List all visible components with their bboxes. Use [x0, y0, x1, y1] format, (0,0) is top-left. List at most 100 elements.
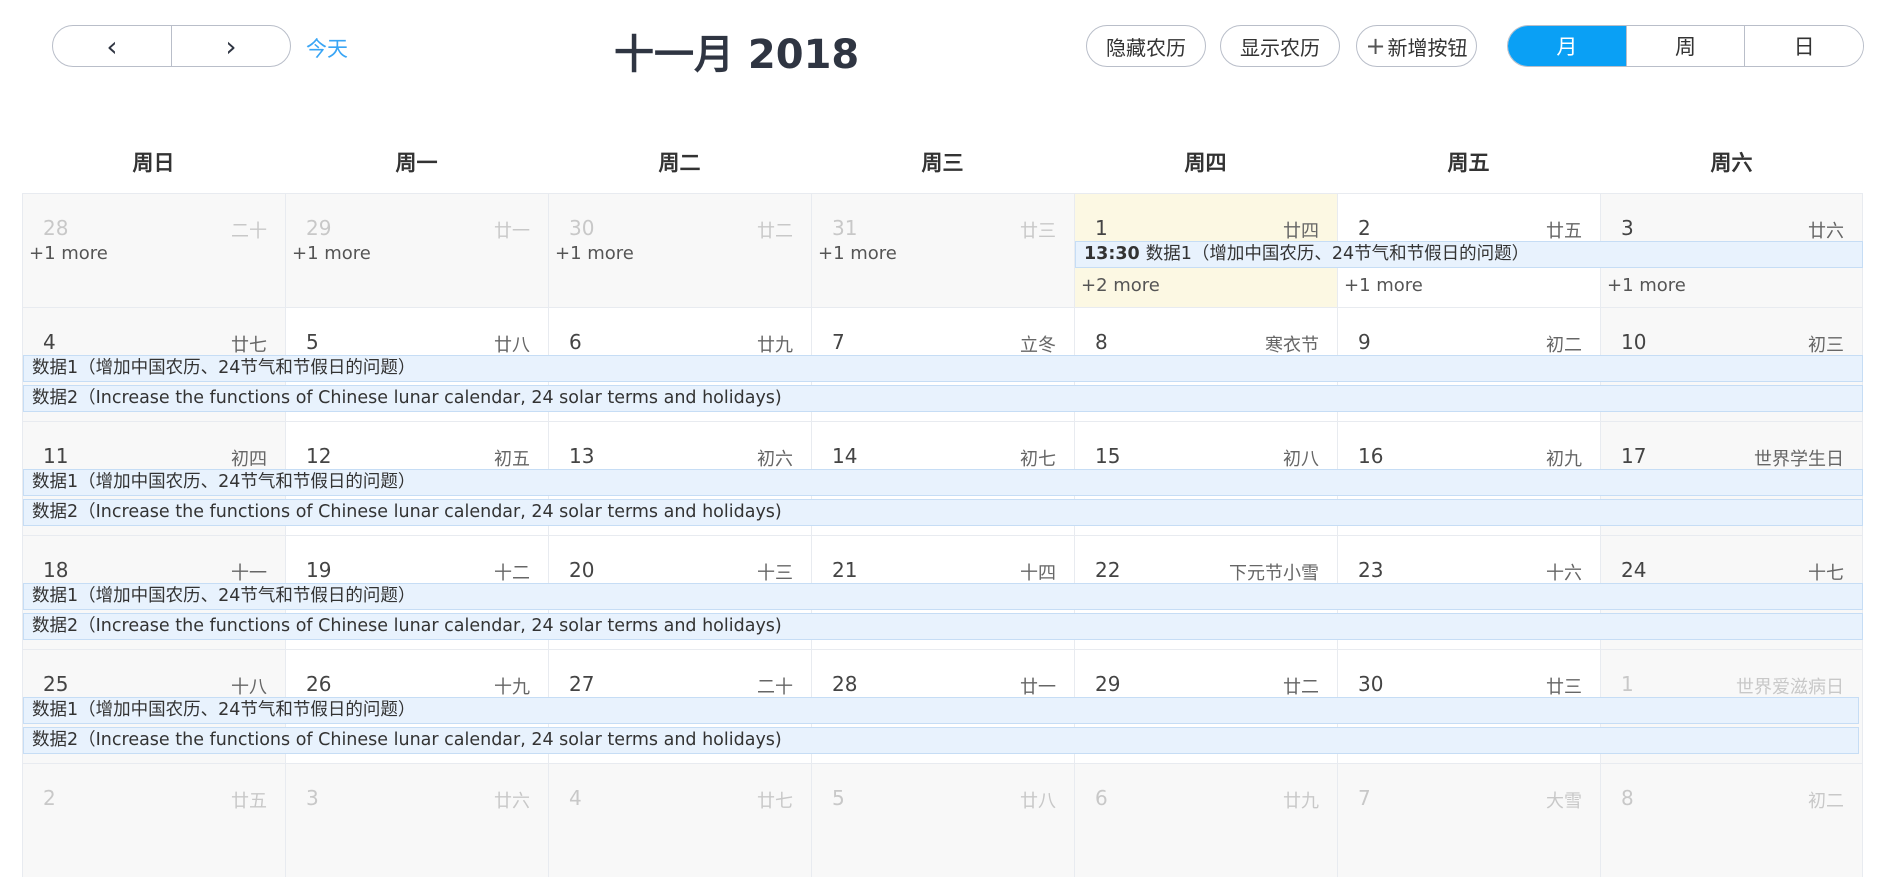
- day-number: 18: [43, 558, 69, 582]
- day-cell[interactable]: 7 大雪: [1337, 763, 1600, 877]
- day-number: 3: [1621, 216, 1634, 240]
- lunar-date: 廿九: [757, 335, 793, 356]
- day-number: 25: [43, 672, 69, 696]
- event-title: 数据2（Increase the functions of Chinese lu…: [32, 616, 782, 636]
- day-number: 1: [1621, 672, 1634, 696]
- week-row: 28 二十 +1 more 29 廿一 +1 more 30 廿二 +1 more 31 廿三 +1 …: [22, 193, 1863, 307]
- event-bar[interactable]: 数据1（增加中国农历、24节气和节假日的问题）: [23, 469, 1863, 496]
- view-switcher: 月周日: [1507, 25, 1864, 67]
- day-cell[interactable]: 28 二十 +1 more: [22, 193, 285, 307]
- event-bar[interactable]: 13:30 数据1（增加中国农历、24节气和节假日的问题）: [1075, 241, 1863, 268]
- day-cell[interactable]: 31 廿三 +1 more: [811, 193, 1074, 307]
- show-lunar-button[interactable]: 显示农历: [1220, 25, 1340, 67]
- event-bar[interactable]: 数据1（增加中国农历、24节气和节假日的问题）: [23, 583, 1863, 610]
- more-events-link[interactable]: +1 more: [1607, 275, 1686, 296]
- more-events-link[interactable]: +1 more: [818, 243, 897, 264]
- day-number: 23: [1358, 558, 1384, 582]
- day-cell[interactable]: 4 廿七: [548, 763, 811, 877]
- event-title: 数据2（Increase the functions of Chinese lu…: [32, 502, 782, 522]
- lunar-date: 廿五: [231, 791, 267, 812]
- day-number: 28: [832, 672, 858, 696]
- day-cell[interactable]: 6 廿九: [1074, 763, 1337, 877]
- day-number: 31: [832, 216, 858, 240]
- more-events-link[interactable]: +1 more: [29, 243, 108, 264]
- day-cell[interactable]: 3 廿六: [285, 763, 548, 877]
- calendar-toolbar: ‹ › 今天 十一月 2018 隐藏农历 显示农历 + 新增按钮 月周日: [0, 0, 1885, 100]
- weekday-header: 周六: [1710, 150, 1753, 175]
- day-number: 30: [569, 216, 595, 240]
- lunar-date: 初二: [1546, 335, 1582, 356]
- lunar-date: 立冬: [1020, 335, 1056, 356]
- day-number: 10: [1621, 330, 1647, 354]
- lunar-date: 十一: [231, 563, 267, 584]
- weekday-header: 周一: [395, 150, 438, 175]
- weekday-header: 周日: [132, 150, 175, 175]
- day-number: 29: [1095, 672, 1121, 696]
- next-month-button[interactable]: ›: [171, 26, 290, 66]
- lunar-date: 大雪: [1546, 791, 1582, 812]
- week-row: 2 廿五 3 廿六 4 廿七 5 廿八 6 廿九 7 大雪 8 初二: [22, 763, 1863, 877]
- lunar-date: 廿六: [1808, 221, 1844, 242]
- lunar-date: 廿二: [757, 221, 793, 242]
- lunar-date: 下元节小雪: [1229, 563, 1319, 584]
- weekday-header-row: 周日 周一 周二 周三 周四 周五 周六: [22, 130, 1863, 193]
- more-events-link[interactable]: +1 more: [1344, 275, 1423, 296]
- lunar-date: 初六: [757, 449, 793, 470]
- today-button[interactable]: 今天: [306, 33, 348, 63]
- chevron-right-icon: ›: [225, 29, 237, 63]
- lunar-date: 十二: [494, 563, 530, 584]
- day-number: 21: [832, 558, 858, 582]
- nav-button-group: ‹ ›: [52, 25, 291, 67]
- week-row: 4 廿七 5 廿八 6 廿九 7 立冬 8 寒衣节 9 初二 10 初三 数据1（增加中国农历、24节气和节…: [22, 307, 1863, 421]
- lunar-date: 廿五: [1546, 221, 1582, 242]
- day-number: 19: [306, 558, 332, 582]
- day-cell[interactable]: 30 廿二 +1 more: [548, 193, 811, 307]
- view-day-button[interactable]: 日: [1744, 26, 1863, 66]
- day-number: 1: [1095, 216, 1108, 240]
- lunar-date: 廿三: [1020, 221, 1056, 242]
- lunar-date: 廿九: [1283, 791, 1319, 812]
- day-number: 27: [569, 672, 595, 696]
- day-cell[interactable]: 8 初二: [1600, 763, 1863, 877]
- week-row: 11 初四 12 初五 13 初六 14 初七 15 初八 16 初九 17 世界学生日 数据1（增加中国农…: [22, 421, 1863, 535]
- event-bar[interactable]: 数据2（Increase the functions of Chinese lu…: [23, 499, 1863, 526]
- view-month-button[interactable]: 月: [1508, 26, 1626, 66]
- day-number: 2: [43, 786, 56, 810]
- more-events-link[interactable]: +1 more: [292, 243, 371, 264]
- day-number: 2: [1358, 216, 1371, 240]
- prev-month-button[interactable]: ‹: [53, 26, 171, 66]
- event-bar[interactable]: 数据2（Increase the functions of Chinese lu…: [23, 727, 1859, 754]
- lunar-date: 二十: [757, 677, 793, 698]
- day-number: 7: [1358, 786, 1371, 810]
- more-events-link[interactable]: +1 more: [555, 243, 634, 264]
- day-cell[interactable]: 5 廿八: [811, 763, 1074, 877]
- day-number: 22: [1095, 558, 1121, 582]
- event-bar[interactable]: 数据1（增加中国农历、24节气和节假日的问题）: [23, 355, 1863, 382]
- day-number: 13: [569, 444, 595, 468]
- calendar-app: ‹ › 今天 十一月 2018 隐藏农历 显示农历 + 新增按钮 月周日 周日周…: [0, 0, 1885, 892]
- day-cell[interactable]: 29 廿一 +1 more: [285, 193, 548, 307]
- day-number: 12: [306, 444, 332, 468]
- day-number: 28: [43, 216, 69, 240]
- weekday-header: 周五: [1447, 150, 1490, 175]
- view-week-button[interactable]: 周: [1625, 26, 1745, 66]
- day-number: 26: [306, 672, 332, 696]
- more-events-link[interactable]: +2 more: [1081, 275, 1160, 296]
- day-number: 4: [569, 786, 582, 810]
- event-bar[interactable]: 数据1（增加中国农历、24节气和节假日的问题）: [23, 697, 1859, 724]
- lunar-date: 初七: [1020, 449, 1056, 470]
- week-cells: 2 廿五 3 廿六 4 廿七 5 廿八 6 廿九 7 大雪 8 初二: [22, 763, 1863, 877]
- hide-lunar-button[interactable]: 隐藏农历: [1086, 25, 1206, 67]
- add-button[interactable]: + 新增按钮: [1356, 25, 1477, 67]
- event-bar[interactable]: 数据2（Increase the functions of Chinese lu…: [23, 613, 1863, 640]
- day-number: 4: [43, 330, 56, 354]
- event-bar[interactable]: 数据2（Increase the functions of Chinese lu…: [23, 385, 1863, 412]
- day-number: 11: [43, 444, 69, 468]
- event-title: 数据1（增加中国农历、24节气和节假日的问题）: [32, 700, 416, 720]
- day-cell[interactable]: 2 廿五: [22, 763, 285, 877]
- lunar-date: 廿八: [494, 335, 530, 356]
- weekday-header: 周二: [658, 150, 701, 175]
- day-number: 3: [306, 786, 319, 810]
- event-title: 数据2（Increase the functions of Chinese lu…: [32, 388, 782, 408]
- event-title: 数据1（增加中国农历、24节气和节假日的问题）: [32, 358, 416, 378]
